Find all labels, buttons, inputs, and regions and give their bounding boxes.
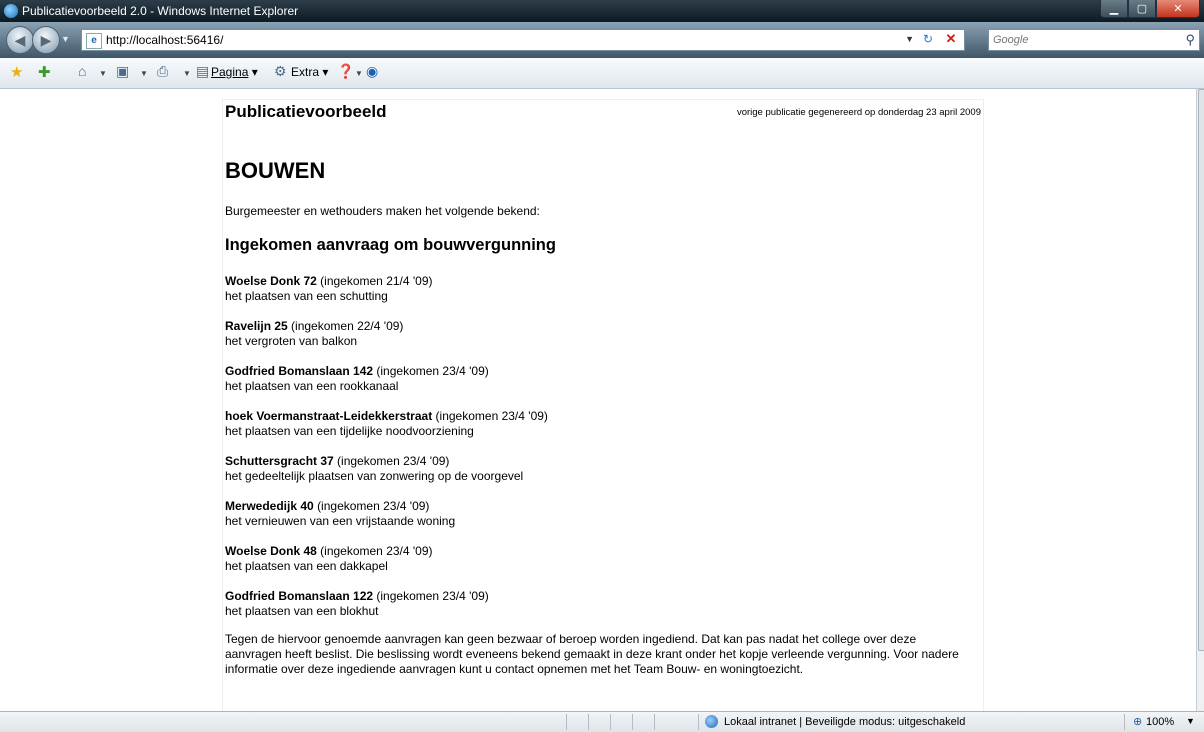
entry-address: Godfried Bomanslaan 142 [225,364,374,378]
entry-description: het plaatsen van een blokhut [225,604,379,618]
entry-received: (ingekomen 23/4 '09) [435,409,548,423]
vertical-scrollbar[interactable] [1196,89,1204,711]
add-favorites-icon[interactable]: ✚ [38,63,51,81]
list-item: Godfried Bomanslaan 122 (ingekomen 23/4 … [225,589,489,619]
section-title: BOUWEN [225,158,326,183]
back-button[interactable]: ◀ [6,26,34,54]
address-dropdown[interactable]: ▼ [905,34,914,44]
close-button[interactable]: ✕ [1156,0,1200,18]
recent-pages-dropdown[interactable]: ▼ [61,34,70,44]
stop-icon[interactable]: ✕ [942,31,960,47]
home-icon[interactable]: ⌂ [78,63,86,79]
globe-icon [705,715,718,728]
page-menu-icon: ▤ [196,63,210,79]
research-icon[interactable]: ◉ [366,63,378,80]
page-icon: e [86,33,102,49]
entry-description: het plaatsen van een tijdelijke noodvoor… [225,424,474,438]
favorites-star-icon[interactable]: ★ [10,63,23,81]
security-zone[interactable]: Lokaal intranet | Beveiligde modus: uitg… [724,716,965,728]
back-icon: ◀ [14,32,26,48]
address-bar[interactable]: e http://localhost:56416/ ▼ ↻ ✕ [81,29,965,51]
page-viewport: Publicatievoorbeeld vorige publicatie ge… [0,89,1196,712]
status-divider [698,714,699,730]
list-item: Merwededijk 40 (ingekomen 23/4 '09) het … [225,499,455,529]
intro-text: Burgemeester en wethouders maken het vol… [225,204,540,218]
scrollbar-thumb[interactable] [1198,89,1204,651]
site-title: Publicatievoorbeeld [225,102,387,121]
maximize-button[interactable]: ▢ [1128,0,1156,18]
entry-address: Godfried Bomanslaan 122 [225,589,374,603]
entry-description: het plaatsen van een dakkapel [225,559,388,573]
list-item: hoek Voermanstraat-Leidekkerstraat (inge… [225,409,548,439]
entry-description: het plaatsen van een rookkanaal [225,379,399,393]
list-item: Godfried Bomanslaan 142 (ingekomen 23/4 … [225,364,489,394]
entry-description: het vernieuwen van een vrijstaande wonin… [225,514,456,528]
forward-button[interactable]: ▶ [32,26,60,54]
entry-received: (ingekomen 23/4 '09) [376,589,489,603]
refresh-icon[interactable]: ↻ [919,31,937,47]
zoom-level[interactable]: 100% [1146,716,1174,728]
entry-description: het plaatsen van een schutting [225,289,388,303]
entry-received: (ingekomen 23/4 '09) [317,499,430,513]
zoom-dropdown[interactable]: ▼ [1186,716,1195,726]
entry-description: het gedeeltelijk plaatsen van zonwering … [225,469,524,483]
entry-address: Schuttersgracht 37 [225,454,334,468]
window-controls: ▁ ▢ ✕ [1100,0,1200,18]
entry-received: (ingekomen 23/4 '09) [320,544,433,558]
help-icon[interactable]: ❓ [337,63,354,80]
entry-description: het vergroten van balkon [225,334,358,348]
status-divider [566,714,567,730]
forward-icon: ▶ [40,32,52,48]
title-bar: Publicatievoorbeeld 2.0 - Windows Intern… [0,0,1204,22]
status-bar: Lokaal intranet | Beveiligde modus: uitg… [0,711,1204,732]
tools-menu-label: Extra [291,65,320,79]
search-box[interactable]: ⚲ [988,29,1200,51]
closing-line: aanvragen heeft beslist. Die beslissing … [225,647,959,661]
list-item: Woelse Donk 72 (ingekomen 21/4 '09) het … [225,274,433,304]
entry-address: Ravelijn 25 [225,319,288,333]
tools-menu[interactable]: Extra ▾ [291,65,328,79]
feeds-icon[interactable]: ▣ [116,63,129,80]
list-item: Schuttersgracht 37 (ingekomen 23/4 '09) … [225,454,523,484]
entry-address: Merwededijk 40 [225,499,314,513]
entry-address: Woelse Donk 72 [225,274,317,288]
url-text[interactable]: http://localhost:56416/ [106,33,223,47]
entry-received: (ingekomen 23/4 '09) [376,364,489,378]
command-bar: ★ ✚ ⌂ ▼ ▣ ▼ ⎙ ▼ ▤ Pagina ▾ ⚙ Extra ▾ ❓ ▼… [0,58,1204,89]
page-menu-label: Pagina [211,65,249,79]
feeds-dropdown[interactable]: ▼ [140,69,148,78]
page-menu[interactable]: Pagina ▾ [211,65,258,79]
list-item: Woelse Donk 48 (ingekomen 23/4 '09) het … [225,544,433,574]
ie-icon [4,4,18,18]
publication-page: Publicatievoorbeeld vorige publicatie ge… [222,99,984,712]
entry-address: hoek Voermanstraat-Leidekkerstraat [225,409,433,423]
window-title: Publicatievoorbeeld 2.0 - Windows Intern… [22,4,299,18]
closing-line: Tegen de hiervoor genoemde aanvragen kan… [225,632,917,646]
subheading: Ingekomen aanvraag om bouwvergunning [225,236,556,254]
entry-received: (ingekomen 21/4 '09) [320,274,433,288]
entry-address: Woelse Donk 48 [225,544,317,558]
status-divider [610,714,611,730]
entry-received: (ingekomen 22/4 '09) [291,319,404,333]
home-dropdown[interactable]: ▼ [99,69,107,78]
status-divider [654,714,655,730]
print-dropdown[interactable]: ▼ [183,69,191,78]
closing-line: informatie over deze ingediende aanvrage… [225,662,804,676]
generated-note: vorige publicatie gegenereerd op donderd… [736,107,981,118]
search-input[interactable] [991,32,1175,48]
list-item: Ravelijn 25 (ingekomen 22/4 '09) het ver… [225,319,403,349]
closing-paragraph: Tegen de hiervoor genoemde aanvragen kan… [225,632,985,677]
help-dropdown[interactable]: ▼ [355,69,363,78]
status-divider [632,714,633,730]
status-divider [588,714,589,730]
tools-icon: ⚙ [274,63,287,79]
minimize-button[interactable]: ▁ [1100,0,1128,18]
entry-received: (ingekomen 23/4 '09) [337,454,450,468]
search-icon[interactable]: ⚲ [1185,32,1195,48]
status-divider [1124,714,1125,730]
print-icon[interactable]: ⎙ [157,63,168,80]
zoom-icon[interactable]: ⊕ [1133,715,1142,728]
navigation-bar: ◀ ▶ ▼ e http://localhost:56416/ ▼ ↻ ✕ ⚲ [0,22,1204,58]
